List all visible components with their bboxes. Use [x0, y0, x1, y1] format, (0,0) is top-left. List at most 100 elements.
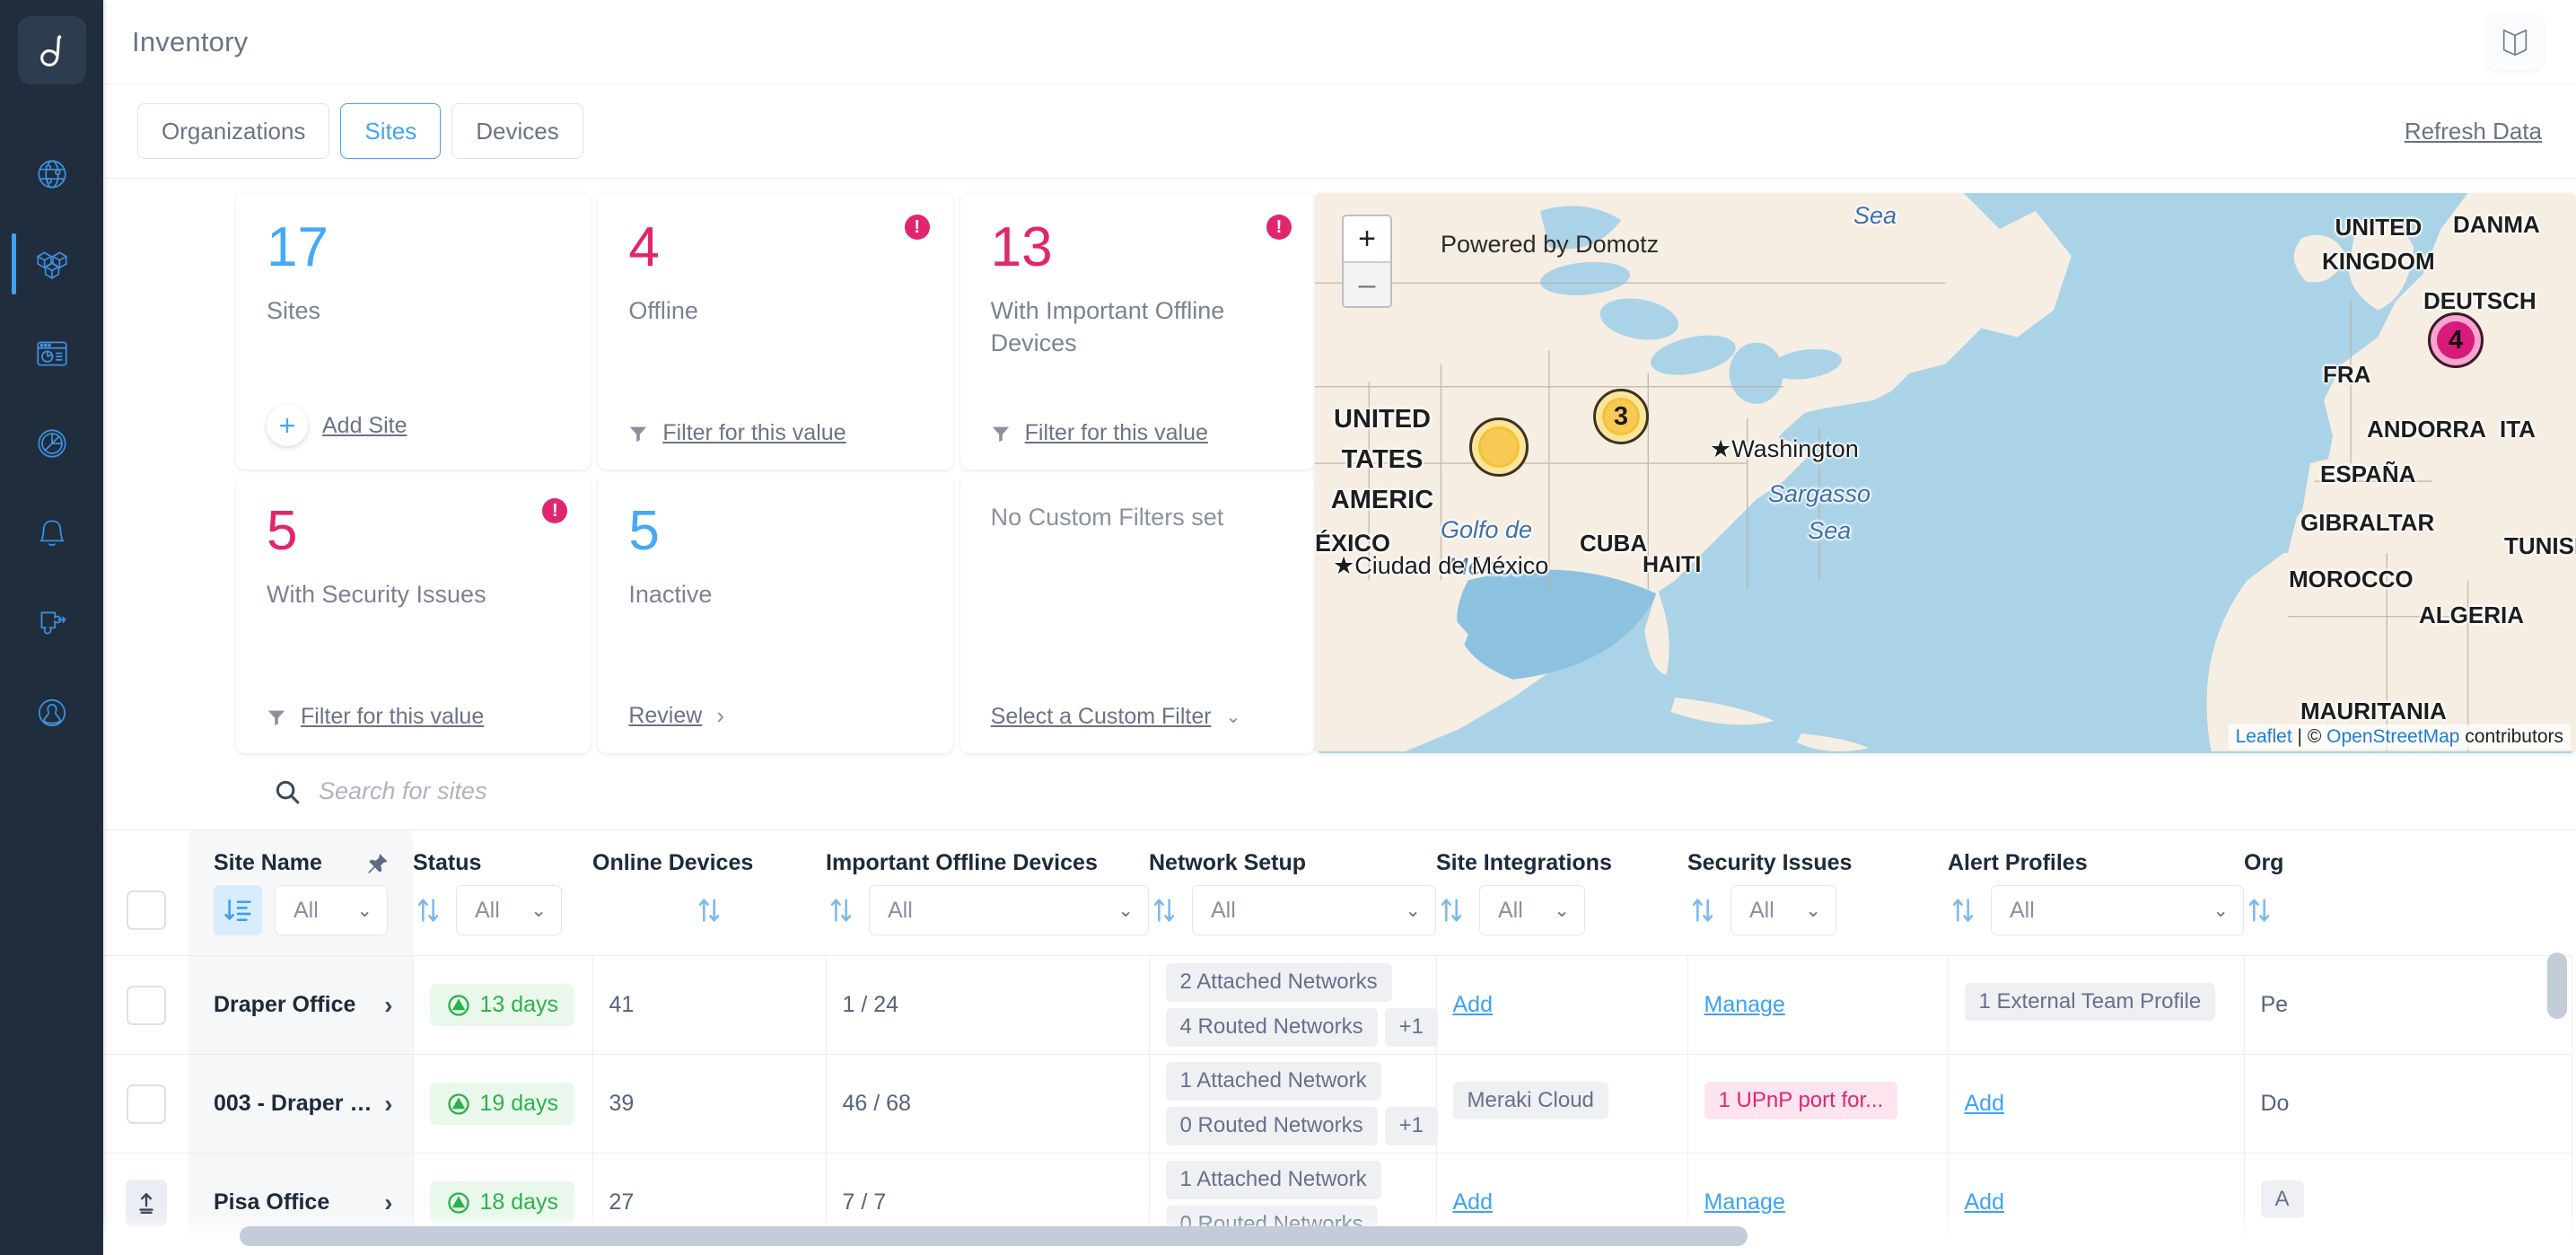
offline-filter-link[interactable]: Filter for this value	[662, 420, 846, 446]
table-header-row: Site Name Status Online Devices Importan…	[103, 830, 2572, 885]
sort-network-setup-icon[interactable]	[1149, 895, 1179, 926]
add-site-link[interactable]: Add Site	[322, 413, 407, 439]
sidebar-item-account[interactable]	[0, 668, 103, 758]
review-link[interactable]: Review	[628, 703, 702, 729]
th-network-setup[interactable]: Network Setup	[1149, 830, 1436, 885]
important-offline-label: With Important Offline Devices	[991, 295, 1284, 359]
sort-security-issues-icon[interactable]	[1687, 895, 1718, 926]
filter-site-integrations-dropdown[interactable]: All ⌄	[1479, 885, 1585, 935]
sidebar-item-analytics[interactable]	[0, 399, 103, 488]
important-offline-filter-link[interactable]: Filter for this value	[1025, 420, 1208, 446]
sort-status-icon[interactable]	[413, 895, 443, 926]
filter-network-setup-dropdown[interactable]: All ⌄	[1192, 885, 1436, 935]
domotz-logo[interactable]	[18, 16, 86, 84]
chevron-down-icon[interactable]: ⌄	[1226, 706, 1241, 728]
manage-security-link[interactable]: Manage	[1704, 1189, 1785, 1215]
sort-site-integrations-icon[interactable]	[1436, 895, 1467, 926]
th-security-issues[interactable]: Security Issues	[1687, 830, 1948, 885]
table-horizontal-scrollbar[interactable]	[103, 1226, 2576, 1246]
chevron-right-icon[interactable]: ›	[384, 1090, 392, 1119]
main-content: Inventory Organizations Sites Devices Re…	[103, 0, 2576, 1255]
integration-chip[interactable]: Meraki Cloud	[1453, 1082, 1608, 1120]
funnel-icon	[628, 424, 648, 443]
add-integration-link[interactable]: Add	[1453, 1189, 1493, 1215]
sort-organization-icon[interactable]	[2244, 895, 2274, 926]
alert-badge-icon: !	[542, 498, 567, 523]
network-more-chip[interactable]: +1	[1385, 1107, 1438, 1145]
sort-alert-profiles-icon[interactable]	[1948, 895, 1978, 926]
sort-important-offline-icon[interactable]	[826, 895, 856, 926]
upload-icon[interactable]	[126, 1180, 167, 1226]
select-all-checkbox[interactable]	[127, 891, 166, 930]
openstreetmap-link[interactable]: OpenStreetMap	[2326, 726, 2459, 747]
add-alert-profile-link[interactable]: Add	[1965, 1091, 2004, 1116]
filter-network-setup-value: All	[1211, 898, 1236, 924]
search-input[interactable]	[319, 777, 947, 805]
plus-circle-icon[interactable]: +	[267, 405, 308, 446]
alert-profile-chip[interactable]: 1 External Team Profile	[1965, 983, 2216, 1022]
map-zoom-controls[interactable]: + –	[1342, 215, 1392, 308]
row-network-setup-cell: 2 Attached Networks 4 Routed Networks +1	[1149, 956, 1436, 1055]
sites-map[interactable]: + – Powered by Domotz Sea UNITEDTATESAME…	[1315, 193, 2576, 753]
network-more-chip[interactable]: +1	[1385, 1008, 1438, 1047]
security-issue-chip[interactable]: 1 UPnP port for...	[1704, 1082, 1898, 1120]
sidebar-item-integrations[interactable]	[0, 578, 103, 668]
row-site-name-cell[interactable]: 003 - Draper Office (Windo... ›	[188, 1055, 413, 1154]
manage-security-link[interactable]: Manage	[1704, 992, 1785, 1017]
filter-security-issues-dropdown[interactable]: All ⌄	[1730, 885, 1836, 935]
sort-site-name-icon[interactable]	[214, 885, 262, 935]
table-vertical-scrollbar[interactable]	[2547, 952, 2567, 1019]
th-site-name[interactable]: Site Name	[188, 830, 413, 885]
sidebar-item-inventory[interactable]	[0, 219, 103, 309]
table-horizontal-scrollbar-thumb[interactable]	[240, 1226, 1748, 1246]
attr-copyright: ©	[2308, 726, 2321, 747]
row-site-name-cell[interactable]: Draper Office ›	[188, 956, 413, 1055]
map-cluster-marker[interactable]: 3	[1593, 389, 1649, 444]
row-checkbox[interactable]	[127, 1084, 166, 1124]
table-row[interactable]	[103, 1252, 2572, 1255]
th-alert-profiles[interactable]: Alert Profiles	[1948, 830, 2244, 885]
sort-online-devices-icon[interactable]	[694, 895, 724, 926]
map-cluster-marker[interactable]	[1469, 417, 1529, 477]
sidebar-item-alerts[interactable]	[0, 488, 103, 578]
th-site-name-label: Site Name	[214, 850, 322, 875]
row-important-offline-cell: 1 / 24	[826, 956, 1149, 1055]
map-zoom-out-button[interactable]: –	[1344, 261, 1390, 306]
status-badge: 13 days	[430, 984, 575, 1026]
tab-organizations[interactable]: Organizations	[137, 103, 329, 159]
row-checkbox[interactable]	[127, 986, 166, 1025]
sidebar-item-reports[interactable]	[0, 309, 103, 399]
th-status[interactable]: Status	[413, 830, 592, 885]
chevron-right-icon[interactable]: ›	[384, 1189, 392, 1217]
th-site-integrations[interactable]: Site Integrations	[1436, 830, 1687, 885]
th-online-devices[interactable]: Online Devices	[592, 830, 826, 885]
map-label-france: FRA	[2323, 361, 2370, 389]
filter-alert-profiles-dropdown[interactable]: All ⌄	[1991, 885, 2244, 935]
filter-site-name-dropdown[interactable]: All ⌄	[275, 885, 388, 935]
status-badge: 18 days	[430, 1181, 575, 1224]
chevron-right-icon[interactable]: ›	[384, 991, 392, 1020]
filter-important-offline-dropdown[interactable]: All ⌄	[869, 885, 1149, 935]
select-custom-filter-link[interactable]: Select a Custom Filter	[991, 704, 1212, 730]
add-integration-link[interactable]: Add	[1453, 992, 1493, 1017]
row-network-setup-cell	[1149, 1252, 1436, 1255]
leaflet-link[interactable]: Leaflet	[2236, 726, 2292, 747]
filter-status-dropdown[interactable]: All ⌄	[456, 885, 562, 935]
refresh-data-link[interactable]: Refresh Data	[2405, 118, 2542, 145]
tab-devices[interactable]: Devices	[451, 103, 583, 159]
map-cluster-marker[interactable]: 4	[2428, 312, 2484, 368]
th-organization[interactable]: Org	[2244, 830, 2572, 885]
th-important-offline-devices[interactable]: Important Offline Devices	[826, 830, 1149, 885]
map-zoom-in-button[interactable]: +	[1344, 216, 1390, 261]
tab-sites[interactable]: Sites	[340, 103, 441, 159]
table-row[interactable]: 003 - Draper Office (Windo... › 19 days …	[103, 1055, 2572, 1154]
sidebar-item-network[interactable]	[0, 129, 103, 219]
add-alert-profile-link[interactable]: Add	[1965, 1189, 2004, 1215]
book-icon[interactable]	[2486, 13, 2544, 71]
pin-icon[interactable]	[366, 852, 390, 875]
status-text: 19 days	[480, 1091, 559, 1117]
security-issues-filter-link[interactable]: Filter for this value	[301, 704, 484, 730]
table-row[interactable]: Draper Office › 13 days 41 1 / 24	[103, 956, 2572, 1055]
chevron-down-icon: ⌄	[530, 900, 547, 922]
row-site-name-cell[interactable]	[188, 1252, 413, 1255]
